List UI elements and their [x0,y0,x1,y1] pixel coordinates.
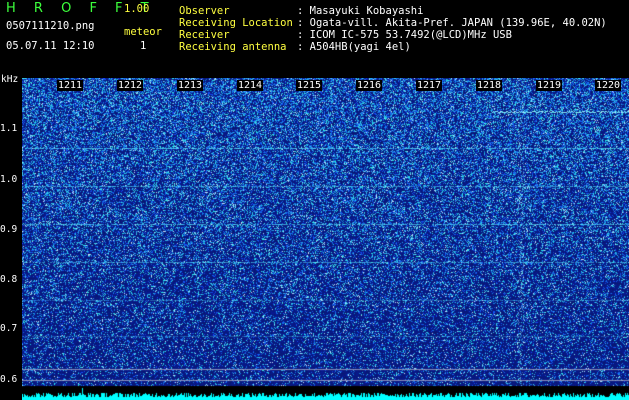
freq-tick-0-9: 0.9 [0,224,18,235]
observer-value: : Masayuki Kobayashi [297,5,424,17]
spectrogram [22,78,629,400]
time-tick-1220: 1220 [595,80,622,91]
freq-tick-1-0: 1.0 [0,174,18,185]
time-tick-1216: 1216 [356,80,383,91]
freq-unit-label: kHz [1,74,19,85]
antenna-label: Receiving antenna [179,41,287,53]
observer-label: Observer [179,5,230,17]
freq-tick-0-6: 0.6 [0,374,18,385]
location-label: Receiving Location [179,17,293,29]
receiver-label: Receiver [179,29,230,41]
header-panel: H R O F F T 1.00 0507111210.png meteor 1… [0,0,629,78]
freq-tick-0-8: 0.8 [0,274,18,285]
time-tick-1212: 1212 [117,80,144,91]
time-tick-1218: 1218 [476,80,503,91]
spectrogram-canvas [22,78,629,400]
file-name: 0507111210.png [6,20,95,32]
time-tick-1217: 1217 [416,80,443,91]
receiver-value: : ICOM IC-575 53.7492(@LCD)MHz USB [297,29,512,41]
date-time: 05.07.11 12:10 [6,40,95,52]
time-tick-1213: 1213 [177,80,204,91]
mode-label: meteor [124,26,162,38]
app-version: 1.00 [124,3,150,15]
time-tick-1215: 1215 [296,80,323,91]
mode-count: 1 [140,40,147,52]
location-value: : Ogata-vill. Akita-Pref. JAPAN (139.96E… [297,17,607,29]
antenna-value: : A504HB(yagi 4el) [297,41,411,53]
time-tick-1211: 1211 [57,80,84,91]
time-tick-1214: 1214 [237,80,264,91]
time-tick-1219: 1219 [536,80,563,91]
freq-tick-1-1: 1.1 [0,123,18,134]
freq-tick-0-7: 0.7 [0,323,18,334]
